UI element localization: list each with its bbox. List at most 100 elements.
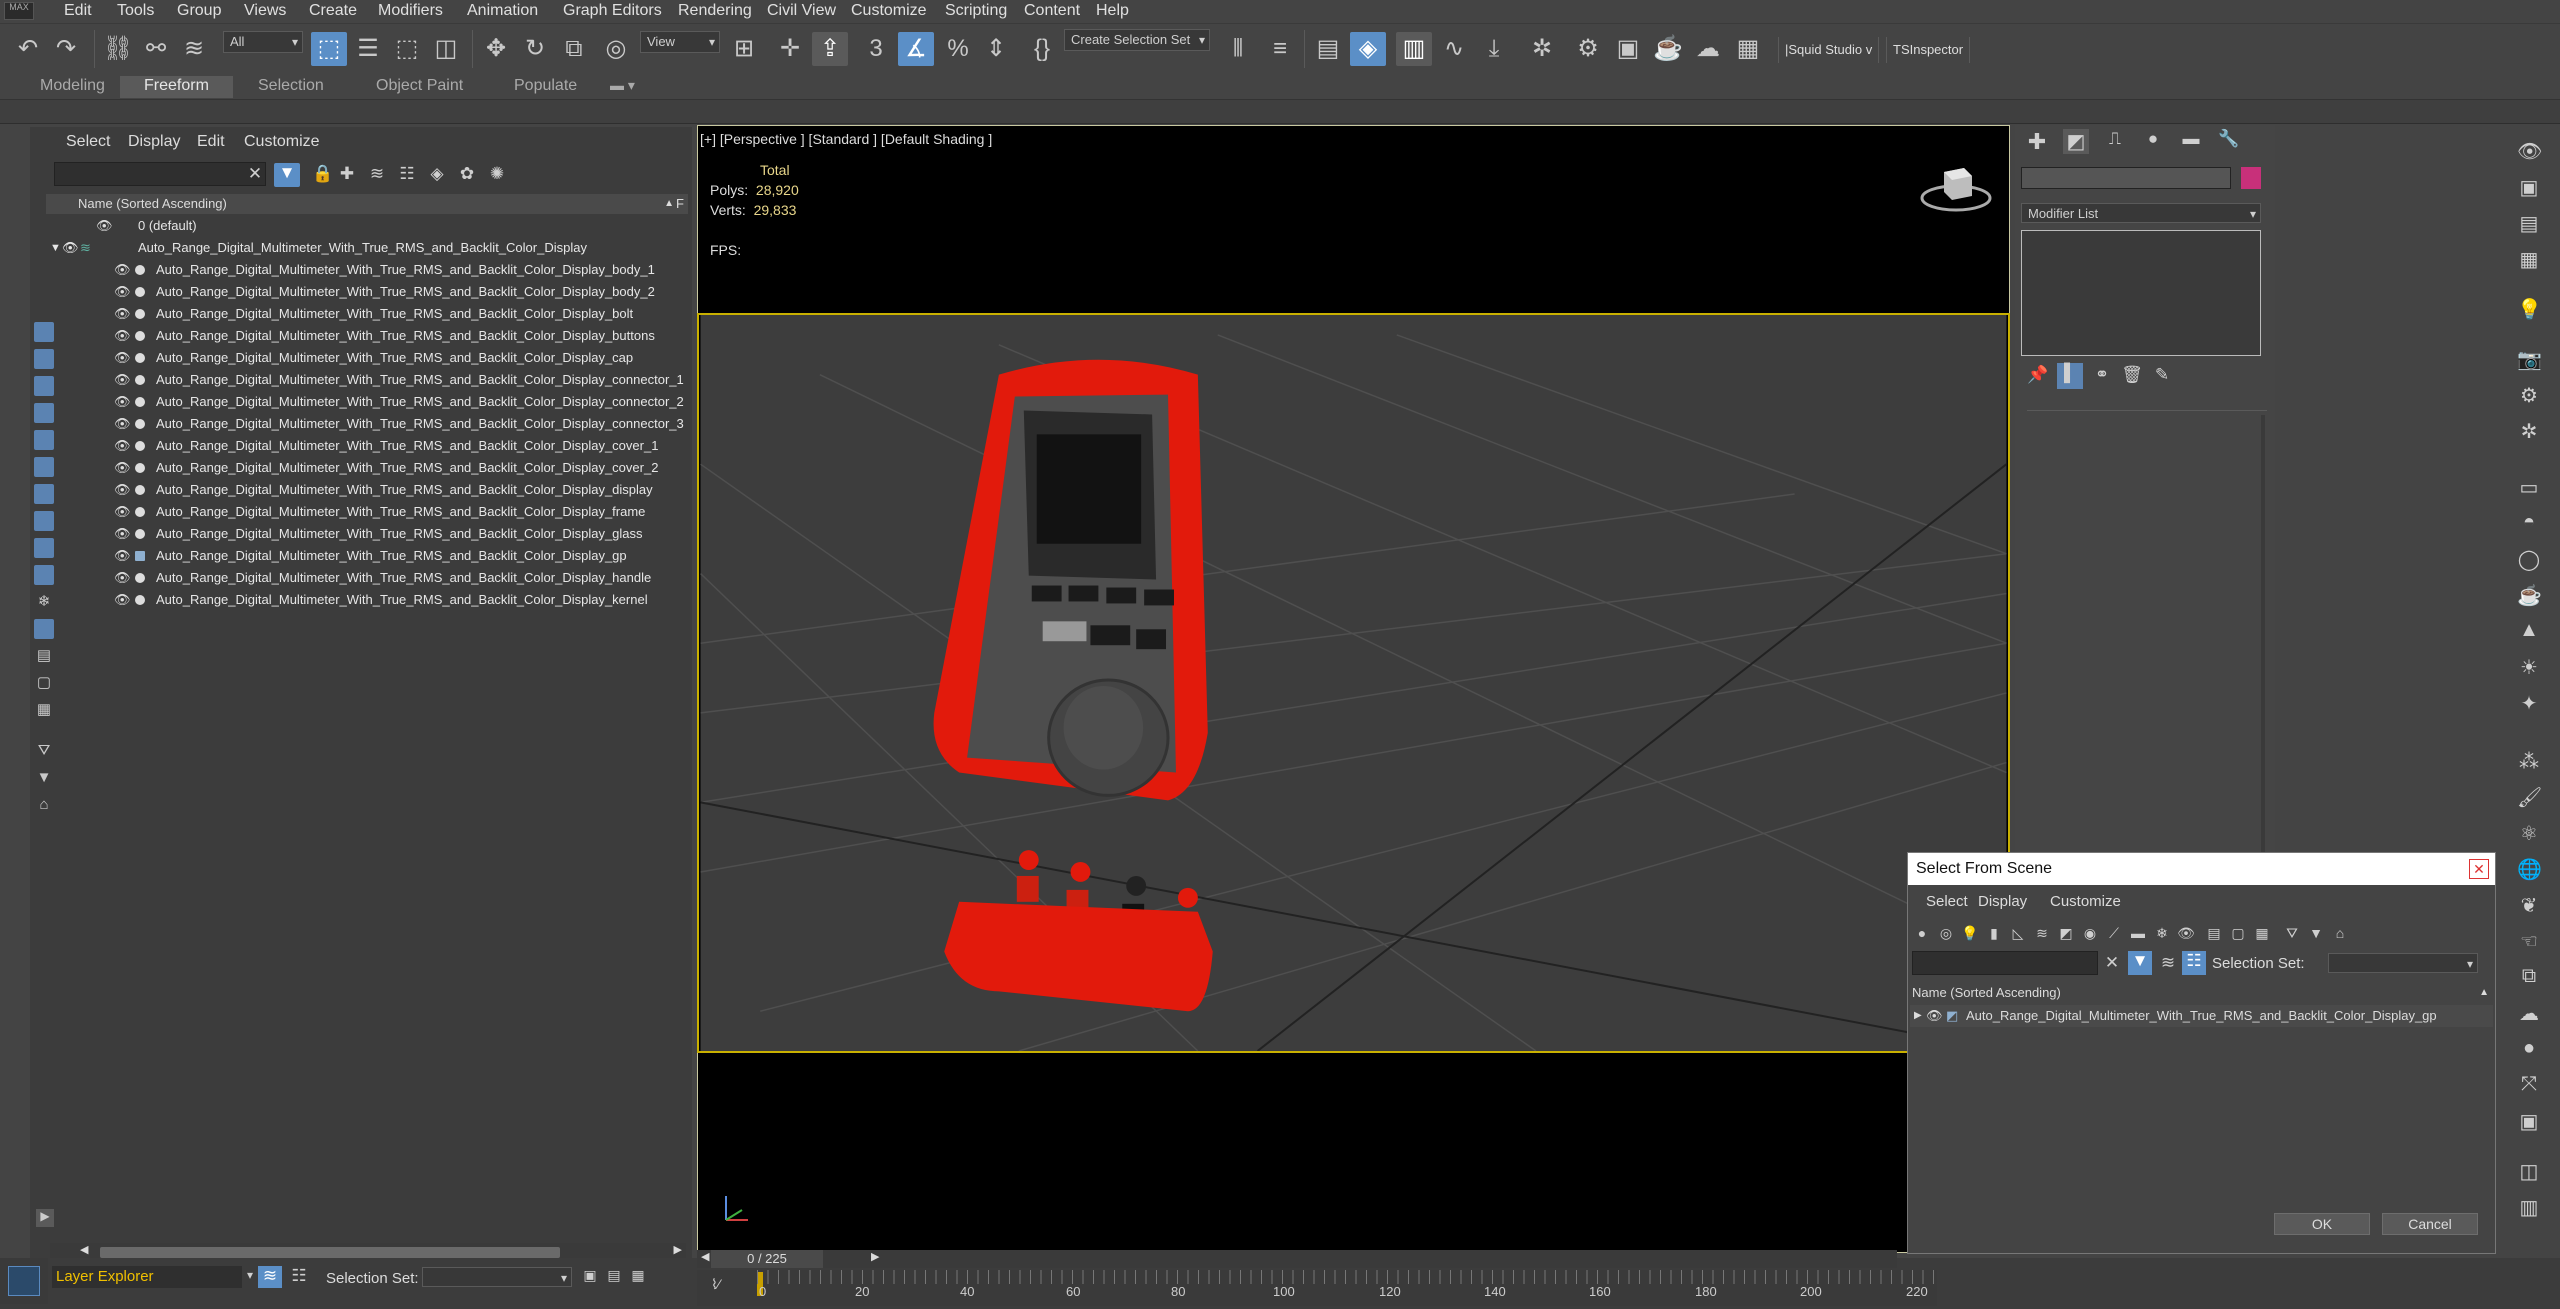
visibility-eye-icon[interactable]: 👁 xyxy=(114,325,131,347)
panel-icon[interactable]: ▥ xyxy=(2517,1195,2541,1219)
list-item[interactable]: ▶ 👁 ◩ Auto_Range_Digital_Multimeter_With… xyxy=(1910,1005,2493,1027)
tab-freeform[interactable]: Freeform xyxy=(120,76,233,98)
undo-icon[interactable]: ↶ xyxy=(10,32,46,66)
chevron-down-icon[interactable]: ▾ xyxy=(244,1268,256,1282)
camera-filter-icon[interactable] xyxy=(34,403,54,423)
menu-create[interactable]: Create xyxy=(309,2,357,20)
layer-row-default[interactable]: 👁 0 (default) xyxy=(76,215,688,237)
move-icon[interactable]: ✥ xyxy=(478,32,514,66)
filter-icon[interactable]: ▼ xyxy=(274,163,300,187)
edit-named-selection-icon[interactable]: {} xyxy=(1024,32,1060,66)
hidden-filter-icon[interactable]: 👁 xyxy=(2176,925,2196,942)
layer-box-icon[interactable]: ⌂ xyxy=(2330,925,2350,941)
image-icon[interactable]: ▣ xyxy=(2517,175,2541,199)
wrench-icon[interactable]: ⚙ xyxy=(2517,383,2541,407)
hidden-filter-icon[interactable] xyxy=(34,619,54,639)
geometry-filter-icon[interactable] xyxy=(34,322,54,342)
render-setup-icon[interactable]: ⚙ xyxy=(1570,32,1606,66)
sun-icon[interactable]: ☀ xyxy=(2517,655,2541,679)
display-none-icon[interactable]: ▢ xyxy=(34,673,54,693)
cloud-icon[interactable]: ☁ xyxy=(2517,1001,2541,1025)
a360-gallery-icon[interactable]: ▦ xyxy=(1730,32,1766,66)
container-filter-icon[interactable]: ▬ xyxy=(2128,925,2148,941)
motion-tab-icon[interactable]: ● xyxy=(2141,129,2165,149)
visibility-eye-icon[interactable]: 👁 xyxy=(114,347,131,369)
menu-customize[interactable]: Customize xyxy=(851,2,927,20)
add-layer-icon[interactable]: ▤ xyxy=(604,1267,624,1284)
mirror-icon[interactable]: ⫴ xyxy=(1220,32,1256,66)
pin-stack-icon[interactable]: 📌 xyxy=(2027,365,2049,385)
scroll-right-icon[interactable]: ▶ xyxy=(674,1243,682,1256)
render-production-icon[interactable]: ☕ xyxy=(1650,32,1686,66)
remove-modifier-icon[interactable]: 🗑 xyxy=(2121,365,2143,385)
group-filter-icon[interactable] xyxy=(34,484,54,504)
bone-filter-icon[interactable]: ⟋ xyxy=(2104,925,2124,942)
scene-render[interactable] xyxy=(697,313,2010,1053)
table-row[interactable]: 👁 Auto_Range_Digital_Multimeter_With_True… xyxy=(76,567,688,589)
xref-filter-icon[interactable]: ◉ xyxy=(2080,925,2100,942)
table-row[interactable]: 👁 Auto_Range_Digital_Multimeter_With_True… xyxy=(76,589,688,611)
menu-edit[interactable]: Edit xyxy=(64,2,92,20)
modifier-list-dropdown[interactable]: Modifier List xyxy=(2021,203,2261,224)
squid-studio-button[interactable]: |Squid Studio v xyxy=(1778,37,1880,63)
show-end-result-icon[interactable]: ▌ xyxy=(2057,363,2083,389)
window-crossing-icon[interactable]: ◫ xyxy=(428,32,464,66)
sync-icon[interactable]: ✺ xyxy=(486,164,508,184)
curve-editor-icon[interactable]: ∿ xyxy=(1436,32,1472,66)
ball-icon[interactable]: ● xyxy=(2517,1037,2541,1059)
helper-filter-icon[interactable]: ◺ xyxy=(2008,925,2028,942)
explorer-search-input[interactable] xyxy=(54,162,266,186)
tsinspector-button[interactable]: TSInspector xyxy=(1886,37,1971,63)
hierarchy-icon[interactable]: ☷ xyxy=(2182,951,2206,975)
rendered-frame-window-icon[interactable]: ▣ xyxy=(1610,32,1646,66)
particles-icon[interactable]: ⁂ xyxy=(2517,749,2541,773)
scroll-left-icon[interactable]: ◀ xyxy=(80,1243,88,1256)
app-logo[interactable]: MAX xyxy=(4,2,34,20)
visibility-eye-icon[interactable]: 👁 xyxy=(114,589,131,611)
viewport-eye-icon[interactable]: 👁 xyxy=(2517,139,2542,163)
layout-icon[interactable]: ◫ xyxy=(2517,1159,2541,1183)
clear-search-icon[interactable]: ✕ xyxy=(244,164,266,184)
menu-graph-editors[interactable]: Graph Editors xyxy=(563,2,662,20)
named-selection-set-dropdown[interactable]: Create Selection Set xyxy=(1064,29,1210,51)
star-icon[interactable]: ✦ xyxy=(2517,691,2541,715)
dialog-menu-customize[interactable]: Customize xyxy=(2050,893,2121,910)
dialog-menu-select[interactable]: Select xyxy=(1926,893,1968,910)
select-manipulate-icon[interactable]: ✛ xyxy=(772,32,808,66)
visibility-eye-icon[interactable]: 👁 xyxy=(114,545,131,567)
time-slider[interactable]: ◀ 0 / 225 ▶ xyxy=(697,1250,1897,1268)
hierarchy-icon[interactable]: ☷ xyxy=(288,1266,310,1286)
mesh-icon[interactable]: ⧉ xyxy=(2517,965,2541,987)
spacewarp-filter-icon[interactable]: ≋ xyxy=(2032,925,2052,942)
explorer-menu-customize[interactable]: Customize xyxy=(244,133,320,151)
menu-tools[interactable]: Tools xyxy=(117,2,154,20)
plant-icon[interactable]: ❦ xyxy=(2517,893,2541,917)
document-icon[interactable]: ▤ xyxy=(2517,211,2541,235)
camera-icon[interactable]: 📷 xyxy=(2517,347,2542,371)
display-invert-icon[interactable]: ▦ xyxy=(2252,925,2272,942)
dialog-search-input[interactable] xyxy=(1912,951,2098,975)
container-filter-icon[interactable] xyxy=(34,565,54,585)
table-row[interactable]: 👁 Auto_Range_Digital_Multimeter_With_True… xyxy=(76,391,688,413)
highlight-icon[interactable]: ✿ xyxy=(456,164,478,184)
visibility-eye-icon[interactable]: 👁 xyxy=(114,457,131,479)
visibility-eye-icon[interactable]: 👁 xyxy=(1926,1005,1943,1027)
bone-filter-icon[interactable] xyxy=(34,538,54,558)
menu-modifiers[interactable]: Modifiers xyxy=(378,2,443,20)
sphere-icon[interactable]: ◯ xyxy=(2517,547,2541,571)
curve-icon[interactable]: ⌇⁄ xyxy=(711,1276,720,1293)
visibility-eye-icon[interactable]: 👁 xyxy=(114,281,131,303)
table-row[interactable]: 👁 Auto_Range_Digital_Multimeter_With_True… xyxy=(76,303,688,325)
lightbulb-icon[interactable]: 💡 xyxy=(2517,297,2542,321)
cone-icon[interactable]: ▲ xyxy=(2517,619,2541,641)
tab-populate[interactable]: Populate xyxy=(514,77,577,95)
object-name-field[interactable] xyxy=(2021,167,2231,189)
sphere-cluster-icon[interactable]: ⚛ xyxy=(2517,821,2541,845)
hand-icon[interactable]: ☜ xyxy=(2517,929,2541,953)
rectangular-selection-icon[interactable]: ⬚ xyxy=(389,32,425,66)
display-none-icon[interactable]: ▢ xyxy=(2228,925,2248,942)
snaps-toggle-icon[interactable]: 3 xyxy=(858,32,894,66)
filter-icon[interactable]: ▼ xyxy=(2128,951,2152,975)
reference-coordinate-dropdown[interactable]: View xyxy=(640,31,720,53)
filter-toggle-icon[interactable]: ⛛ xyxy=(34,742,54,762)
